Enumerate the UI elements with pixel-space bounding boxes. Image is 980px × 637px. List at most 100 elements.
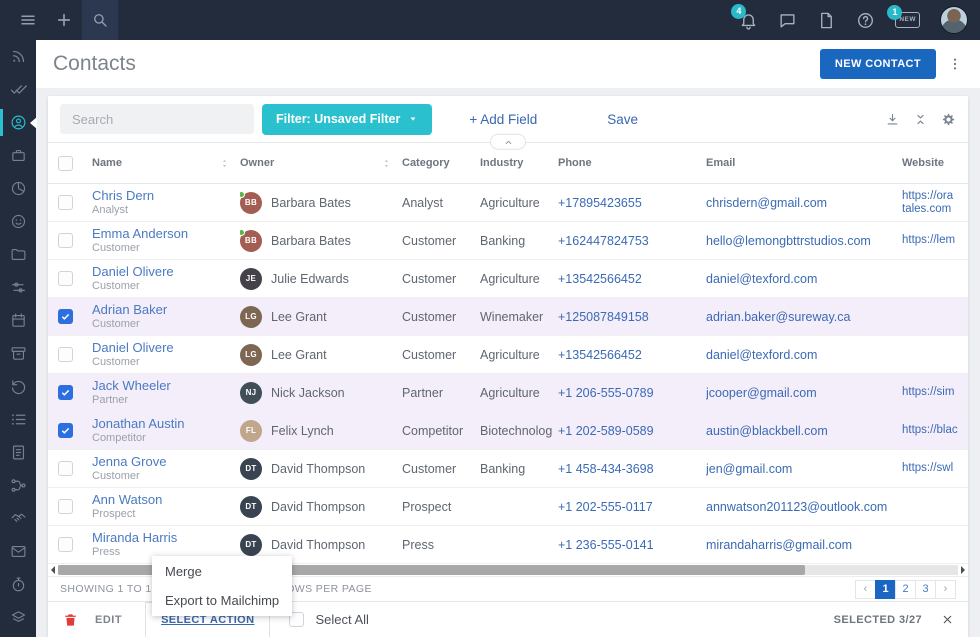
sidebar-item-notes[interactable] xyxy=(0,436,36,469)
table-row[interactable]: Adrian BakerCustomerLGLee GrantCustomerW… xyxy=(48,298,968,336)
export-button[interactable] xyxy=(885,112,900,127)
contact-name-link[interactable]: Chris Dern xyxy=(92,188,240,203)
contact-name-link[interactable]: Miranda Harris xyxy=(92,530,240,545)
email-cell[interactable]: jen@gmail.com xyxy=(706,462,902,476)
sidebar-item-lists[interactable] xyxy=(0,403,36,436)
search-input[interactable] xyxy=(60,104,254,134)
sidebar-item-deals[interactable] xyxy=(0,502,36,535)
documents-button[interactable] xyxy=(817,11,836,30)
save-button[interactable]: Save xyxy=(607,112,638,127)
sidebar-item-pipeline[interactable] xyxy=(0,469,36,502)
row-checkbox[interactable] xyxy=(58,423,73,438)
website-cell[interactable]: https://sim xyxy=(902,386,968,399)
sort-icon[interactable] xyxy=(381,158,392,169)
row-checkbox[interactable] xyxy=(58,347,73,362)
row-checkbox[interactable] xyxy=(58,233,73,248)
phone-cell[interactable]: +1 202-589-0589 xyxy=(558,424,706,438)
phone-cell[interactable]: +17895423655 xyxy=(558,196,706,210)
sidebar-item-reports[interactable] xyxy=(0,172,36,205)
delete-button[interactable] xyxy=(63,612,78,628)
sidebar-item-feed[interactable] xyxy=(0,40,36,73)
phone-cell[interactable]: +1 202-555-0117 xyxy=(558,500,706,514)
email-cell[interactable]: mirandaharris@gmail.com xyxy=(706,538,902,552)
email-cell[interactable]: austin@blackbell.com xyxy=(706,424,902,438)
contact-name-link[interactable]: Daniel Olivere xyxy=(92,340,240,355)
phone-cell[interactable]: +1 206-555-0789 xyxy=(558,386,706,400)
select-all-header-checkbox[interactable] xyxy=(58,156,73,171)
column-header-owner[interactable]: Owner xyxy=(240,157,402,169)
collapse-panel-button[interactable] xyxy=(490,134,526,150)
contact-name-link[interactable]: Jack Wheeler xyxy=(92,378,240,393)
sidebar-item-email[interactable] xyxy=(0,535,36,568)
global-search-button[interactable] xyxy=(82,0,118,40)
row-checkbox[interactable] xyxy=(58,309,73,324)
select-all-control[interactable]: Select All xyxy=(289,612,368,627)
sidebar-item-products[interactable] xyxy=(0,139,36,172)
sidebar-item-calendar[interactable] xyxy=(0,304,36,337)
sidebar-item-layers[interactable] xyxy=(0,601,36,634)
page-3[interactable]: 3 xyxy=(915,580,936,599)
email-cell[interactable]: chrisdern@gmail.com xyxy=(706,196,902,210)
table-row[interactable]: Jenna GroveCustomerDTDavid ThompsonCusto… xyxy=(48,450,968,488)
phone-cell[interactable]: +1 458-434-3698 xyxy=(558,462,706,476)
column-header-name[interactable]: Name xyxy=(92,157,240,169)
contact-name-link[interactable]: Emma Anderson xyxy=(92,226,240,241)
add-field-button[interactable]: + Add Field xyxy=(469,112,537,127)
sidebar-item-files[interactable] xyxy=(0,238,36,271)
scroll-right-arrow[interactable] xyxy=(961,566,965,574)
page-1[interactable]: 1 xyxy=(875,580,896,599)
hamburger-menu-button[interactable] xyxy=(10,0,46,40)
contact-name-link[interactable]: Jonathan Austin xyxy=(92,416,240,431)
page-next[interactable]: › xyxy=(935,580,956,599)
phone-cell[interactable]: +125087849158 xyxy=(558,310,706,324)
collapse-rows-button[interactable] xyxy=(913,112,928,127)
quick-add-button[interactable] xyxy=(46,0,82,40)
table-row[interactable]: Ann WatsonProspectDTDavid ThompsonProspe… xyxy=(48,488,968,526)
user-avatar[interactable] xyxy=(940,6,968,34)
website-cell[interactable]: https://oratales.com xyxy=(902,190,968,216)
table-row[interactable]: Emma AndersonCustomerBBBarbara BatesCust… xyxy=(48,222,968,260)
chat-button[interactable] xyxy=(778,11,797,30)
sidebar-item-contacts[interactable] xyxy=(0,106,36,139)
website-cell[interactable]: https://lem xyxy=(902,234,968,247)
page-prev[interactable]: ‹ xyxy=(855,580,876,599)
email-cell[interactable]: annwatson201123@outlook.com xyxy=(706,500,902,514)
table-row[interactable]: Daniel OlivereCustomerLGLee GrantCustome… xyxy=(48,336,968,374)
page-2[interactable]: 2 xyxy=(895,580,916,599)
sidebar-item-archive[interactable] xyxy=(0,337,36,370)
menu-item-merge[interactable]: Merge xyxy=(152,557,292,586)
phone-cell[interactable]: +13542566452 xyxy=(558,348,706,362)
edit-button[interactable]: EDIT xyxy=(95,614,122,626)
sidebar-item-history[interactable] xyxy=(0,370,36,403)
email-cell[interactable]: daniel@texford.com xyxy=(706,272,902,286)
email-cell[interactable]: daniel@texford.com xyxy=(706,348,902,362)
phone-cell[interactable]: +162447824753 xyxy=(558,234,706,248)
row-checkbox[interactable] xyxy=(58,195,73,210)
website-cell[interactable]: https://blac xyxy=(902,424,968,437)
email-cell[interactable]: adrian.baker@sureway.ca xyxy=(706,310,902,324)
help-button[interactable] xyxy=(856,11,875,30)
table-settings-button[interactable] xyxy=(941,112,956,127)
whats-new-button[interactable]: NEW 1 xyxy=(895,12,920,29)
phone-cell[interactable]: +13542566452 xyxy=(558,272,706,286)
new-contact-button[interactable]: NEW CONTACT xyxy=(820,49,936,79)
contact-name-link[interactable]: Adrian Baker xyxy=(92,302,240,317)
sidebar-item-automation[interactable] xyxy=(0,271,36,304)
contact-name-link[interactable]: Ann Watson xyxy=(92,492,240,507)
filter-button[interactable]: Filter: Unsaved Filter xyxy=(262,104,432,135)
sidebar-item-tasks[interactable] xyxy=(0,73,36,106)
contact-name-link[interactable]: Jenna Grove xyxy=(92,454,240,469)
row-checkbox[interactable] xyxy=(58,385,73,400)
page-menu-button[interactable] xyxy=(944,50,966,78)
table-row[interactable]: Jack WheelerPartnerNJNick JacksonPartner… xyxy=(48,374,968,412)
website-cell[interactable]: https://swl xyxy=(902,462,968,475)
phone-cell[interactable]: +1 236-555-0141 xyxy=(558,538,706,552)
contact-name-link[interactable]: Daniel Olivere xyxy=(92,264,240,279)
table-row[interactable]: Daniel OlivereCustomerJEJulie EdwardsCus… xyxy=(48,260,968,298)
email-cell[interactable]: hello@lemongbttrstudios.com xyxy=(706,234,902,248)
email-cell[interactable]: jcooper@gmail.com xyxy=(706,386,902,400)
close-action-bar-button[interactable] xyxy=(941,613,954,626)
row-checkbox[interactable] xyxy=(58,499,73,514)
row-checkbox[interactable] xyxy=(58,537,73,552)
sort-icon[interactable] xyxy=(219,158,230,169)
